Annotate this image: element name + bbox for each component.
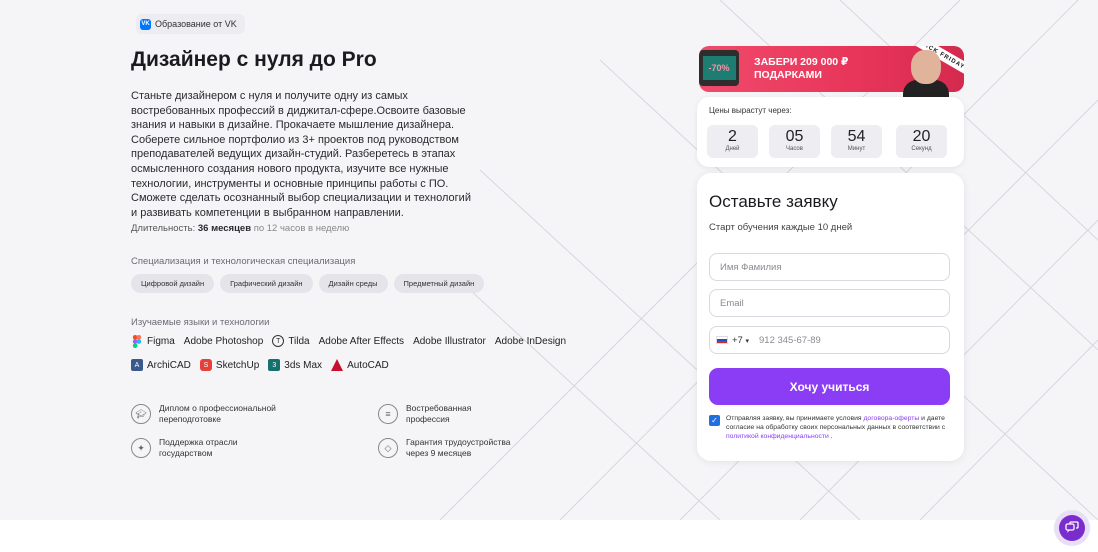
clipboard-icon: ≡ <box>378 404 398 424</box>
timer-seconds: 20 Секунд <box>896 125 947 158</box>
chip-specialization[interactable]: Предметный дизайн <box>393 274 485 293</box>
timer-label: Цены вырастут через: <box>709 106 792 115</box>
tech-item: 3 3ds Max <box>268 359 322 371</box>
figma-icon <box>131 334 143 348</box>
archicad-icon: A <box>131 359 143 371</box>
application-form: Оставьте заявку Старт обучения каждые 10… <box>697 173 964 461</box>
vk-education-badge[interactable]: VK Образование от VK <box>136 14 245 34</box>
tech-item: Adobe Illustrator <box>413 335 486 347</box>
promo-person-image <box>903 46 953 100</box>
tech-item: AutoCAD <box>331 359 389 371</box>
promo-discount: -70% <box>702 56 736 80</box>
privacy-policy-link[interactable]: политикой конфиденциальности <box>726 433 829 440</box>
consent-block: ✓ Отправляя заявку, вы принимаете услови… <box>709 414 951 442</box>
consent-checkbox[interactable]: ✓ <box>709 415 720 426</box>
technologies-label: Изучаемые языки и технологии <box>131 317 270 328</box>
form-subtitle: Старт обучения каждые 10 дней <box>709 222 853 233</box>
tilda-icon: T <box>272 335 285 347</box>
duration-suffix: по 12 часов в неделю <box>253 223 350 234</box>
duration-label: Длительность: <box>131 223 196 234</box>
tech-item: T Tilda <box>272 335 310 347</box>
consent-text: Отправляя заявку, вы принимаете условия … <box>726 415 946 441</box>
chevron-down-icon: ▾ <box>745 337 749 345</box>
submit-button[interactable]: Хочу учиться <box>709 368 950 405</box>
russia-flag-icon <box>716 336 728 344</box>
sketchup-icon: S <box>199 359 212 371</box>
form-title: Оставьте заявку <box>709 192 838 211</box>
chip-specialization[interactable]: Цифровой дизайн <box>131 274 215 293</box>
name-field[interactable] <box>709 253 950 281</box>
course-description: Станьте дизайнером с нуля и получите одн… <box>131 90 471 219</box>
duration-value: 36 месяцев <box>197 223 252 234</box>
feature-employment: ◇ Гарантия трудоустройства через 9 месяце… <box>378 437 510 459</box>
timer-hours: 05 Часов <box>769 125 820 158</box>
tech-item: Adobe InDesign <box>494 335 567 347</box>
emblem-icon: ✦ <box>131 438 151 458</box>
tech-item: S SketchUp <box>199 359 259 371</box>
feature-state-support: ✦ Поддержка отрасли государством <box>131 437 238 459</box>
tv-icon: -70% <box>699 50 739 86</box>
email-field[interactable] <box>709 289 950 317</box>
specialization-label: Специализация и технологическая специали… <box>131 256 356 267</box>
promo-text: ЗАБЕРИ 209 000 ₽ ПОДАРКАМИ <box>754 56 849 81</box>
feature-diploma: 🎓︎ Диплом о профессиональной переподготов… <box>131 403 276 425</box>
shield-icon: ◇ <box>378 438 398 458</box>
country-code-selector[interactable]: +7 ▾ <box>732 335 749 346</box>
course-duration: Длительность: 36 месяцев по 12 часов в н… <box>131 223 349 234</box>
chip-specialization[interactable]: Графический дизайн <box>220 274 313 293</box>
page-title: Дизайнер с нуля до Pro <box>131 48 377 71</box>
tech-item: A ArchiCAD <box>131 359 191 371</box>
chat-button[interactable] <box>1054 510 1090 546</box>
graduation-cap-icon: 🎓︎ <box>131 404 151 424</box>
phone-field[interactable] <box>759 334 909 346</box>
timer-days: 2 Дней <box>707 125 758 158</box>
badge-label: Образование от VK <box>155 19 237 29</box>
hero-section: VK Образование от VK Дизайнер с нуля до … <box>0 0 1098 520</box>
specialization-chips: Цифровой дизайн Графический дизайн Дизай… <box>131 274 485 293</box>
technologies-row-2: A ArchiCAD S SketchUp 3 3ds Max AutoCAD <box>131 359 389 371</box>
autocad-icon <box>331 359 344 371</box>
technologies-row-1: Figma Adobe Photoshop T Tilda Adobe Afte… <box>131 334 567 348</box>
timer-minutes: 54 Минут <box>831 125 882 158</box>
tech-item: Figma <box>131 334 175 348</box>
phone-field-wrapper: +7 ▾ <box>709 326 950 354</box>
chip-specialization[interactable]: Дизайн среды <box>318 274 388 293</box>
feature-demand: ≡ Востребованная профессия <box>378 403 471 425</box>
chat-icon <box>1059 515 1085 541</box>
tech-item: Adobe Photoshop <box>183 335 264 347</box>
3dsmax-icon: 3 <box>268 359 281 371</box>
tech-item: Adobe After Effects <box>318 335 405 347</box>
vk-logo-icon: VK <box>140 18 151 30</box>
offer-agreement-link[interactable]: договора-оферты <box>863 415 919 422</box>
countdown-timer: Цены вырастут через: 2 Дней 05 Часов 54 … <box>697 97 964 167</box>
